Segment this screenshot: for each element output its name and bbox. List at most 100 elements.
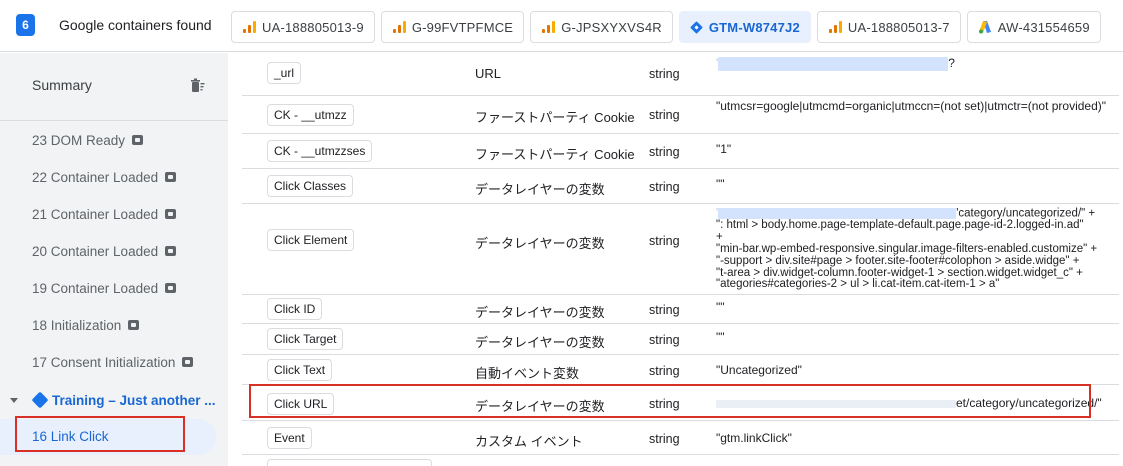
table-row: Click ID データレイヤーの変数 string "" [242,295,1119,324]
variable-value: '? [716,56,955,71]
variable-value: "" [716,177,725,191]
event-type-icon [165,283,177,293]
table-row: Click Classes データレイヤーの変数 string "" [242,169,1119,204]
event-label: 23 DOM Ready [32,132,126,148]
event-type-icon [165,172,177,182]
value-kind: string [649,67,680,81]
container-tabs: UA-188805013-9 G-99FVTPFMCE G-JPSXYXVS4R… [231,11,1101,43]
gtm-diamond-icon [690,21,703,34]
value-kind: string [649,432,680,446]
variable-name: CK - __utmzz [267,104,354,126]
table-row: Event カスタム イベント string "gtm.linkClick" [242,421,1119,455]
variable-value: ''category/uncategorized/" + ": html > b… [716,207,1098,291]
value-kind: string [649,234,680,248]
variable-name: Click Text [267,359,333,381]
event-type-icon [182,357,194,367]
tab-ua-188805013-9[interactable]: UA-188805013-9 [231,11,375,43]
value-kind: string [649,333,680,347]
tab-label: GTM-W8747J2 [708,19,800,35]
variable-value: "gtm.linkClick" [716,431,792,445]
variable-value: "Uncategorized" [716,363,802,377]
table-row: CK - __utmzzses ファーストパーティ Cookie string … [242,134,1119,169]
table-row: CK - __utmzz ファーストパーティ Cookie string "ut… [242,96,1119,134]
clear-messages-icon[interactable] [189,78,205,94]
event-item[interactable]: 20 Container Loaded [0,233,216,269]
variable-name: CK - __utmzzses [267,140,373,162]
event-label: 18 Initialization [32,317,122,333]
table-row [242,455,1119,466]
analytics-bars-icon [392,20,406,34]
event-item[interactable]: 23 DOM Ready [0,122,216,158]
redacted-block [718,208,957,219]
highlight-box [15,416,185,452]
variable-type: カスタム イベント [475,434,583,449]
highlight-box [249,384,1091,418]
tab-g-99fvtpfmce[interactable]: G-99FVTPFMCE [380,11,525,43]
event-label: 19 Container Loaded [32,280,159,296]
event-type-icon [165,209,177,219]
tab-gtm-w8747j2[interactable]: GTM-W8747J2 [678,11,811,43]
variable-type: データレイヤーの変数 [475,335,605,350]
variable-name: Event [267,427,312,449]
variable-value: "" [716,330,725,344]
variable-type: データレイヤーの変数 [475,182,605,197]
event-type-icon [165,246,177,256]
event-label: 17 Consent Initialization [32,354,176,370]
variable-type: 自動イベント変数 [475,366,580,381]
event-item[interactable]: 18 Initialization [0,307,216,343]
containers-header: 6 Google containers found UA-188805013-9… [0,0,1123,52]
table-row: _url URL string '? [242,53,1119,96]
event-timeline-sidebar: Summary 23 DOM Ready 22 Container Loaded… [0,53,228,466]
table-row: Click Text 自動イベント変数 string "Uncategorize… [242,355,1119,385]
analytics-bars-icon [828,20,842,34]
container-count-badge: 6 [16,14,35,36]
variable-name: Click Element [267,229,355,251]
variable-type: ファーストパーティ Cookie [475,147,635,162]
google-ads-icon [978,21,991,34]
summary-item[interactable]: Summary [0,61,216,111]
event-label: 21 Container Loaded [32,206,159,222]
value-kind: string [649,145,680,159]
tab-label: UA-188805013-9 [262,19,364,35]
sidebar-divider [0,120,228,121]
value-kind: string [649,108,680,122]
tab-ua-188805013-7[interactable]: UA-188805013-7 [816,11,961,43]
table-row: Click Element データレイヤーの変数 string ''catego… [242,204,1119,295]
analytics-bars-icon [541,20,556,34]
variable-type: ファーストパーティ Cookie [475,110,635,125]
event-item[interactable]: 19 Container Loaded [0,270,216,306]
tab-label: G-JPSXYXVS4R [561,19,662,35]
value-kind: string [649,364,680,378]
tab-aw-431554659[interactable]: AW-431554659 [966,11,1101,43]
variable-value: "utmcsr=google|utmcmd=organic|utmccn=(no… [716,99,1107,113]
variable-name-chip-cut [267,459,432,466]
event-item[interactable]: 21 Container Loaded [0,196,216,232]
variable-value: "1" [716,142,732,156]
event-item[interactable]: 17 Consent Initialization [0,344,216,380]
variable-type: データレイヤーの変数 [475,236,605,251]
value-kind: string [649,180,680,194]
tab-label: AW-431554659 [997,19,1090,35]
value-kind: string [649,303,680,317]
event-label: 20 Container Loaded [32,243,159,259]
variable-name: _url [267,62,302,84]
tab-label: G-99FVTPFMCE [411,19,514,35]
variable-name: Click Classes [267,175,354,197]
event-type-icon [128,320,140,330]
variables-panel: _url URL string '? CK - __utmzz ファーストパーテ… [241,53,1123,466]
variable-type: URL [475,66,502,81]
table-row: Click Target データレイヤーの変数 string "" [242,324,1119,355]
analytics-bars-icon [242,20,256,34]
event-item[interactable]: 22 Container Loaded [0,159,216,195]
page-group-row[interactable]: Training – Just another ... [0,383,228,419]
event-type-icon [132,135,144,145]
variable-name: Click ID [267,298,323,320]
page-group-label: Training – Just another ... [52,393,216,408]
redacted-block [718,57,949,71]
summary-label: Summary [32,77,92,93]
event-label: 22 Container Loaded [32,169,159,185]
tab-g-jpsxyxvs4r[interactable]: G-JPSXYXVS4R [530,11,673,43]
gtm-diamond-icon [31,391,49,409]
variable-name: Click Target [267,328,344,350]
collapse-caret-icon[interactable] [10,398,18,403]
